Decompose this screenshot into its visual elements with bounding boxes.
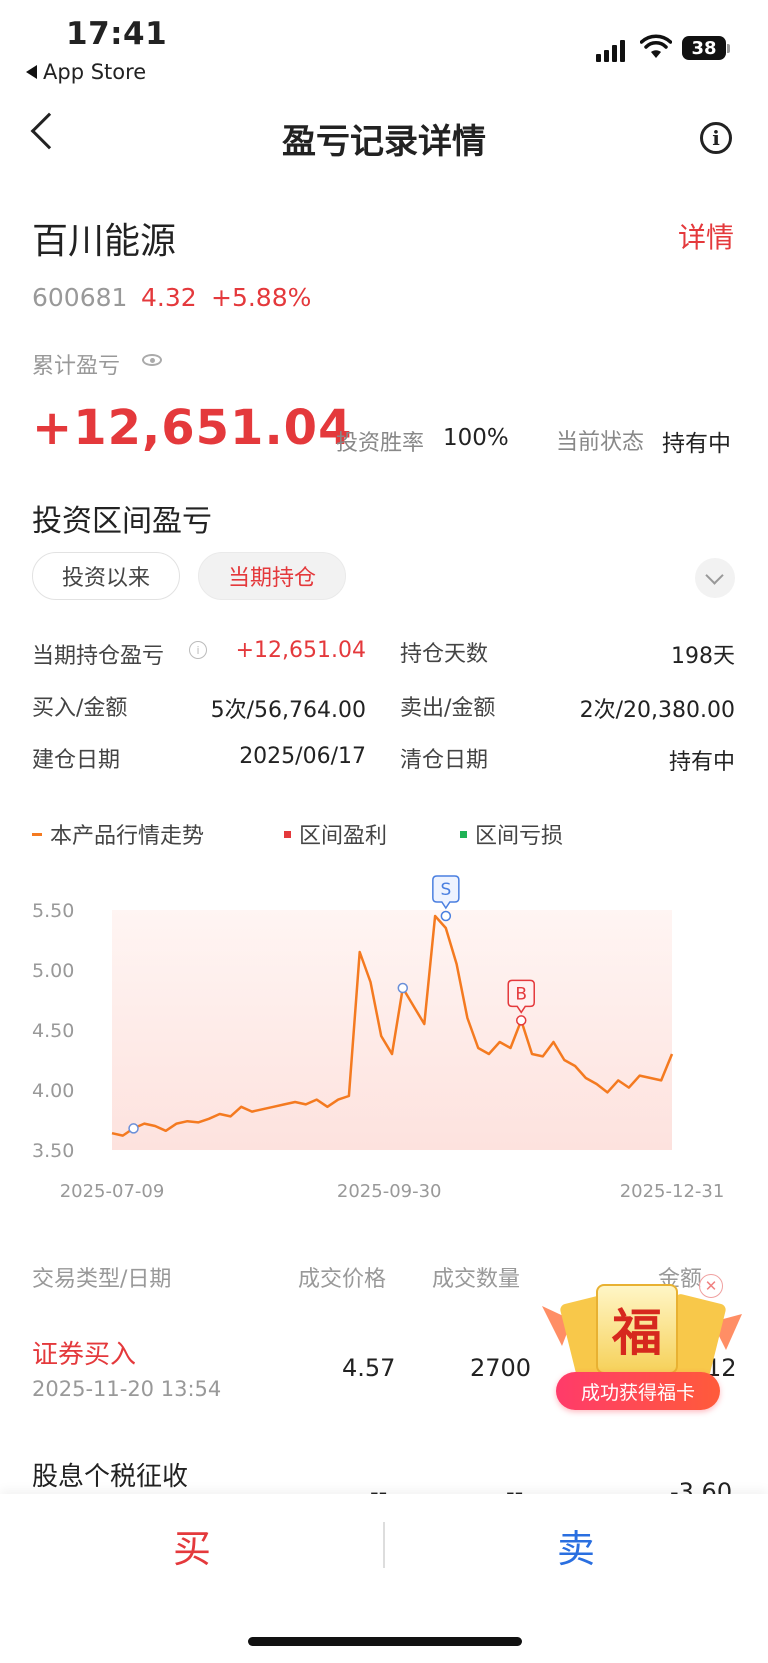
open-date-value: 2025/06/17 [239,744,366,769]
y-tick-label: 3.50 [32,1140,74,1162]
y-tick-label: 5.00 [32,960,74,982]
stock-name: 百川能源 [32,221,177,262]
buy-value: 5次/56,764.00 [210,698,366,723]
status-time: 17:41 [66,16,168,52]
legend-profit-swatch [284,830,291,838]
price-trend-chart[interactable]: 5.50 5.00 4.50 4.00 3.50 2025-07-09 2025-09-3… [0,860,768,1200]
open-date-label: 建仓日期 [32,748,121,773]
detail-link[interactable]: 详情 [678,216,734,256]
win-rate-value: 100% [443,425,509,451]
back-triangle-icon [26,65,37,79]
trade-date: 2025-11-20 13:54 [32,1377,222,1401]
win-rate-label: 投资胜率 [336,431,425,456]
back-app-label: App Store [43,60,147,84]
hold-days-label: 持仓天数 [400,642,489,667]
buy-label: 买入/金额 [32,696,128,721]
state-label: 当前状态 [556,430,645,455]
legend-loss: 区间亏损 [460,818,563,850]
hold-pnl-label: 当期持仓盈亏 [32,644,165,669]
legend-trend-swatch [32,832,42,836]
buy-marker-label: B [515,984,527,1004]
trade-qty: 2700 [470,1354,532,1382]
legend-trend-label: 本产品行情走势 [50,824,205,849]
page-title: 盈亏记录详情 [282,122,486,162]
home-indicator[interactable] [248,1637,522,1646]
stock-change-pct: +5.88% [211,283,312,312]
y-tick-label: 4.00 [32,1080,74,1102]
hold-pnl-value: +12,651.04 [235,638,366,663]
battery-nub [727,44,730,53]
x-tick-label: 2025-09-30 [337,1181,442,1200]
buy-point-dot[interactable] [515,1015,527,1026]
trade-point-dot[interactable] [397,982,409,994]
stock-code: 600681 [32,283,128,312]
fu-character: 福 [612,1303,662,1362]
info-icon[interactable]: i [700,122,732,154]
cumulative-pnl-label: 累计盈亏 [32,354,121,379]
state-value: 持有中 [662,431,731,457]
sell-label: 卖出/金额 [400,696,496,721]
expand-chevron-icon[interactable] [695,558,735,598]
x-tick-label: 2025-07-09 [60,1181,165,1200]
cumulative-pnl-value: +12,651.04 [32,400,353,456]
wifi-icon [640,34,672,58]
back-to-app-store[interactable]: App Store [26,60,146,84]
col-price: 成交价格 [298,1267,387,1292]
trade-type-2[interactable]: 股息个税征收 [32,1456,188,1493]
fu-card[interactable]: 福 [596,1284,678,1374]
hold-days-value: 198天 [671,644,735,669]
close-date-value: 持有中 [668,750,735,775]
y-tick-label: 5.50 [32,900,74,922]
trade-type[interactable]: 证券买入 [32,1334,136,1371]
legend-trend: 本产品行情走势 [32,818,204,850]
trade-price: 4.57 [342,1354,396,1382]
close-date-label: 清仓日期 [400,748,489,773]
trade-point-dot[interactable] [128,1123,139,1134]
eye-icon[interactable] [142,354,162,366]
sell-point-dot[interactable] [440,910,452,922]
col-type-date: 交易类型/日期 [32,1267,172,1292]
legend-loss-label: 区间亏损 [475,824,564,849]
y-tick-label: 4.50 [32,1020,74,1042]
buy-button[interactable]: 买 [0,1510,384,1580]
stock-price: 4.32 [141,283,197,312]
tab-since-investment[interactable]: 投资以来 [32,552,180,600]
legend-profit: 区间盈利 [284,818,387,850]
legend-loss-swatch [460,830,467,838]
tab-current-holding[interactable]: 当期持仓 [198,552,346,600]
legend-profit-label: 区间盈利 [299,824,388,849]
close-icon[interactable]: ✕ [699,1274,723,1298]
fu-card-label[interactable]: 成功获得福卡 [556,1372,720,1410]
battery-icon: 38 [682,36,726,60]
sell-marker-label: S [440,880,451,900]
profit-region [112,910,672,1150]
sell-button[interactable]: 卖 [384,1510,768,1580]
cellular-signal-icon [596,38,625,62]
x-tick-label: 2025-12-31 [620,1181,725,1200]
col-qty: 成交数量 [432,1267,521,1292]
section-title: 投资区间盈亏 [32,504,212,539]
sell-value: 2次/20,380.00 [579,698,735,723]
